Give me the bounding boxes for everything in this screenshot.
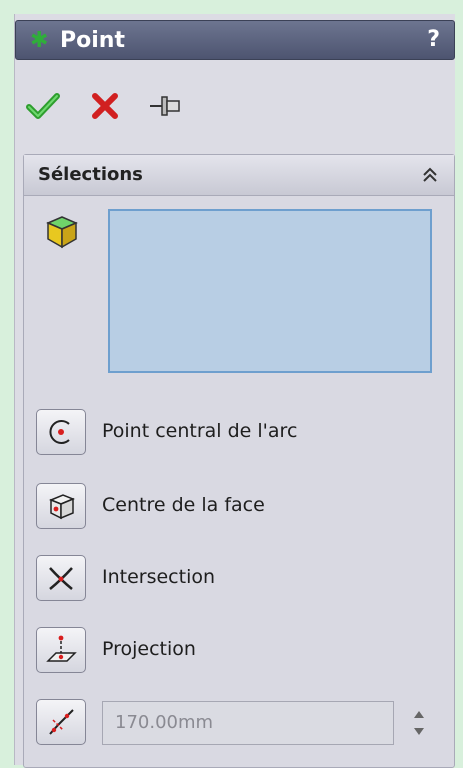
point-feature-icon: ✱: [30, 28, 49, 53]
option-intersection: Intersection: [36, 555, 446, 603]
option-face-center: Centre de la face: [36, 483, 446, 531]
projection-icon: [46, 635, 77, 662]
selections-group: Sélections Point central de l'arc Centre…: [23, 154, 455, 768]
intersection-button[interactable]: [36, 555, 86, 601]
face-cube-icon: [46, 216, 78, 249]
spinner-arrows-icon[interactable]: [408, 699, 430, 747]
close-icon: [92, 93, 118, 119]
option-projection: Projection: [36, 627, 446, 675]
help-icon[interactable]: ?: [427, 27, 440, 52]
action-bar: [15, 88, 455, 128]
distance-value-input[interactable]: 170.00mm: [102, 701, 394, 745]
selection-list-box[interactable]: [108, 209, 432, 373]
distance-along-curve-icon: [49, 709, 74, 735]
cancel-button[interactable]: [87, 88, 123, 124]
face-center-button[interactable]: [36, 483, 86, 529]
checkmark-icon: [26, 93, 60, 119]
face-center-icon: [49, 494, 75, 520]
pin-button[interactable]: [147, 88, 183, 124]
projection-label: Projection: [102, 638, 196, 660]
projection-button[interactable]: [36, 627, 86, 673]
arc-center-label: Point central de l'arc: [102, 420, 298, 442]
selections-title: Sélections: [38, 164, 143, 185]
ok-button[interactable]: [25, 88, 61, 124]
property-manager-panel: ✱ Point ? Sélections Point central de l'…: [14, 14, 455, 768]
arc-center-icon: [49, 420, 70, 444]
panel-title: Point: [60, 28, 125, 53]
distance-button[interactable]: [36, 699, 86, 745]
double-chevron-up-icon[interactable]: [420, 165, 440, 185]
intersection-label: Intersection: [102, 566, 216, 588]
option-arc-center: Point central de l'arc: [36, 409, 446, 457]
intersection-icon: [49, 567, 73, 590]
arc-center-button[interactable]: [36, 409, 86, 455]
face-center-label: Centre de la face: [102, 494, 265, 516]
pushpin-icon: [150, 96, 180, 116]
title-bar: ✱ Point ?: [15, 20, 455, 60]
selections-header[interactable]: Sélections: [24, 155, 454, 196]
option-distance: 170.00mm: [36, 699, 446, 747]
